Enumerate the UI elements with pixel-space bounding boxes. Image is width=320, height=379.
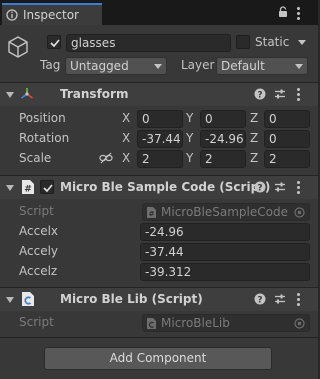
svg-text:?: ? xyxy=(257,90,262,100)
ble-lib-script-value: MicroBleLib xyxy=(161,316,230,330)
active-checkbox[interactable] xyxy=(47,35,61,49)
tag-dropdown[interactable]: Untagged xyxy=(65,57,167,75)
accely-field[interactable]: -37.44 xyxy=(140,243,310,261)
axis-z-label[interactable]: Z xyxy=(250,151,258,165)
static-checkbox[interactable] xyxy=(236,35,250,49)
svg-text:?: ? xyxy=(257,295,262,305)
help-icon[interactable]: ? xyxy=(254,181,266,193)
info-icon xyxy=(6,9,18,21)
foldout-icon[interactable] xyxy=(6,92,14,98)
axis-x-label[interactable]: X xyxy=(122,111,130,125)
svg-text:#: # xyxy=(24,185,32,195)
ble-lib-title: Micro Ble Lib (Script) xyxy=(60,292,203,306)
cube-icon xyxy=(6,35,30,59)
accelz-field[interactable]: -39.312 xyxy=(140,263,310,281)
sample-code-enabled-checkbox[interactable] xyxy=(40,180,54,194)
chevron-down-icon xyxy=(295,64,303,69)
field-label: Accelz xyxy=(19,264,58,278)
help-icon[interactable]: ? xyxy=(254,293,266,305)
position-x-field[interactable]: 0 xyxy=(137,110,183,128)
layer-dropdown[interactable]: Default xyxy=(216,57,308,75)
help-icon[interactable]: ? xyxy=(254,88,266,100)
rotation-label: Rotation xyxy=(19,131,70,145)
transform-title: Transform xyxy=(60,87,129,101)
lock-icon[interactable] xyxy=(278,6,288,18)
divider xyxy=(0,337,318,338)
axis-y-label[interactable]: Y xyxy=(186,151,193,165)
tag-label: Tag xyxy=(40,58,61,72)
transform-header[interactable]: Transform ? xyxy=(0,83,318,106)
object-picker-icon xyxy=(294,207,305,218)
csharp-script-icon xyxy=(21,291,35,307)
script-icon: # xyxy=(21,179,35,195)
rotation-z-field[interactable]: 0 xyxy=(264,130,310,148)
sample-code-header[interactable]: # Micro Ble Sample Code (Script) ? xyxy=(0,176,318,199)
rotation-x-field[interactable]: -37.44 xyxy=(137,130,183,148)
position-z-field[interactable]: 0 xyxy=(264,110,310,128)
context-menu-icon[interactable] xyxy=(297,88,301,102)
scale-x-field[interactable]: 2 xyxy=(137,150,183,168)
layer-value: Default xyxy=(221,59,265,73)
context-menu-icon[interactable] xyxy=(297,181,301,195)
script-asset-icon xyxy=(146,317,157,330)
scale-y-field[interactable]: 2 xyxy=(200,150,246,168)
script-asset-icon: # xyxy=(146,206,157,219)
object-picker-icon xyxy=(294,318,305,329)
context-menu-icon[interactable] xyxy=(297,293,301,307)
name-field[interactable]: glasses xyxy=(66,34,231,52)
ble-lib-script-field: MicroBleLib xyxy=(142,314,310,332)
foldout-icon[interactable] xyxy=(6,297,14,303)
axis-y-label[interactable]: Y xyxy=(186,111,193,125)
tag-value: Untagged xyxy=(70,59,129,73)
add-component-button[interactable]: Add Component xyxy=(44,347,272,370)
axis-y-label[interactable]: Y xyxy=(186,131,193,145)
sample-code-title: Micro Ble Sample Code (Script) xyxy=(60,180,271,194)
rotation-y-field[interactable]: -24.96 xyxy=(200,130,246,148)
svg-text:?: ? xyxy=(257,183,262,193)
chevron-down-icon xyxy=(154,64,162,69)
presets-icon[interactable] xyxy=(274,181,286,193)
sample-code-script-value: MicroBleSampleCode xyxy=(161,205,288,219)
script-label: Script xyxy=(19,204,54,218)
field-label: Accelx xyxy=(19,224,59,238)
position-label: Position xyxy=(19,111,66,125)
field-label: Accely xyxy=(19,244,59,258)
scale-label: Scale xyxy=(19,151,52,165)
static-dropdown-icon[interactable] xyxy=(298,40,306,45)
svg-text:#: # xyxy=(149,210,155,218)
ble-lib-header[interactable]: Micro Ble Lib (Script) ? xyxy=(0,288,318,311)
presets-icon[interactable] xyxy=(274,88,286,100)
sample-code-script-field: # MicroBleSampleCode xyxy=(142,203,310,221)
foldout-icon[interactable] xyxy=(6,185,14,191)
axis-z-label[interactable]: Z xyxy=(250,131,258,145)
position-y-field[interactable]: 0 xyxy=(200,110,246,128)
presets-icon[interactable] xyxy=(274,293,286,305)
tab-label: Inspector xyxy=(23,8,79,22)
accelx-field[interactable]: -24.96 xyxy=(140,223,310,241)
axis-x-label[interactable]: X xyxy=(122,151,130,165)
script-label: Script xyxy=(19,315,54,329)
scale-z-field[interactable]: 2 xyxy=(264,150,310,168)
layer-label: Layer xyxy=(181,58,215,72)
tab-inspector[interactable]: Inspector xyxy=(2,3,102,25)
axis-x-label[interactable]: X xyxy=(122,131,130,145)
transform-icon xyxy=(19,86,35,102)
axis-z-label[interactable]: Z xyxy=(250,111,258,125)
constrain-proportions-icon[interactable] xyxy=(99,152,113,164)
tab-menu-icon[interactable] xyxy=(297,7,301,21)
static-label: Static xyxy=(255,35,290,49)
